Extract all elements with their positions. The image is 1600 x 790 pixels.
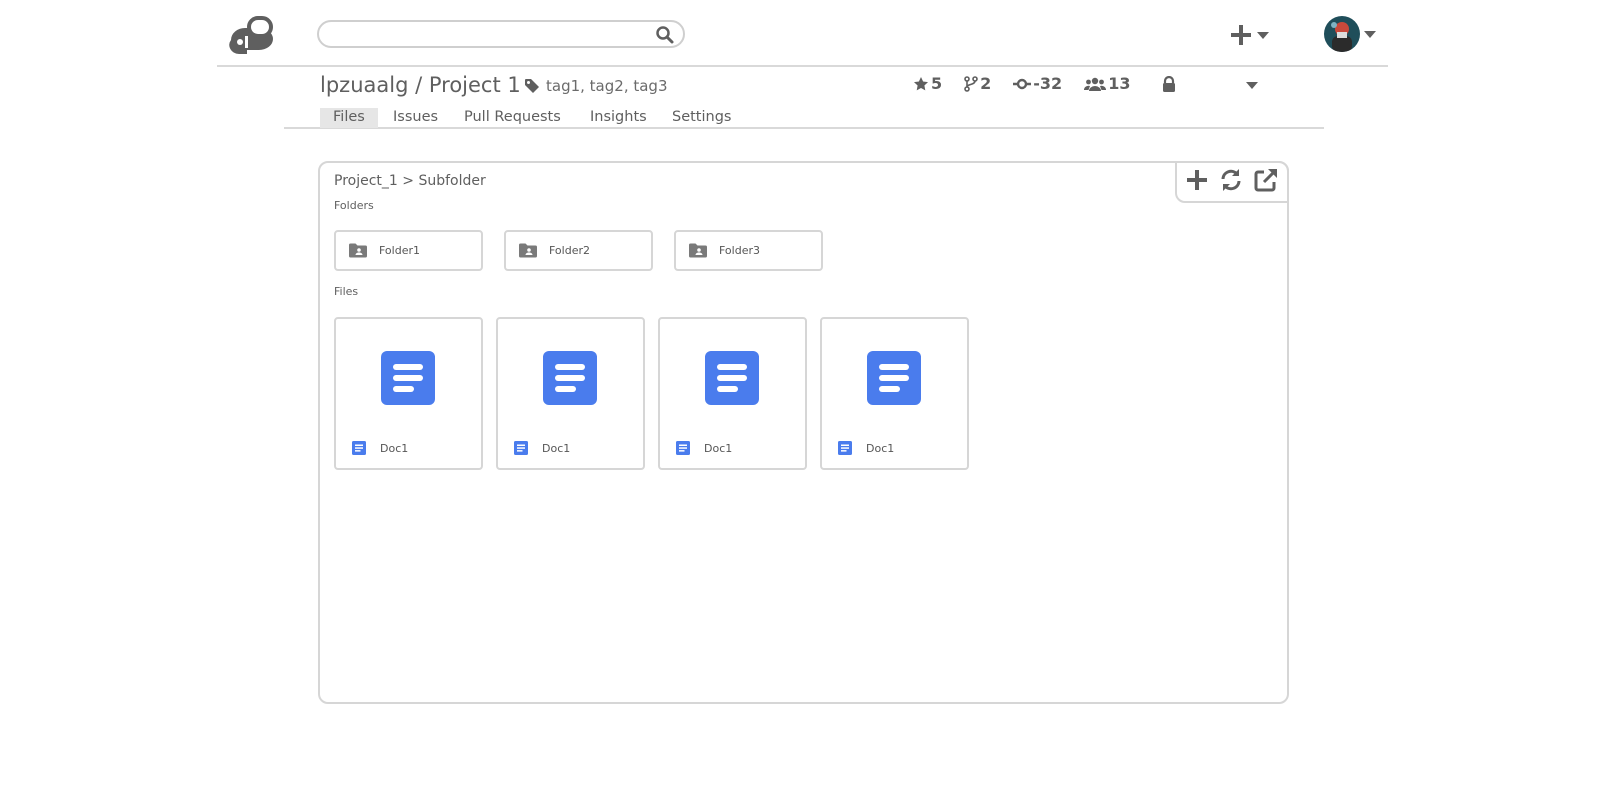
tab-settings[interactable]: Settings: [659, 108, 744, 128]
lock-icon: [1162, 75, 1176, 97]
tab-pull-requests[interactable]: Pull Requests: [451, 108, 574, 128]
refresh-button[interactable]: [1219, 168, 1243, 196]
create-new-button[interactable]: [1229, 22, 1269, 48]
breadcrumb[interactable]: Project_1 > Subfolder: [334, 173, 486, 189]
document-icon: [676, 441, 690, 455]
panel-toolbar: [1175, 161, 1289, 203]
forks-stat[interactable]: 2: [964, 74, 991, 93]
files-heading: Files: [334, 285, 359, 298]
file-card[interactable]: Doc1: [496, 317, 645, 470]
forks-count: 2: [980, 74, 992, 93]
plus-icon: [1231, 25, 1251, 45]
document-preview-icon: [381, 351, 435, 405]
external-link-icon: [1254, 169, 1277, 192]
star-icon: [914, 76, 928, 90]
shared-folder-icon: [349, 243, 367, 258]
document-icon: [838, 441, 852, 455]
shared-folder-icon: [519, 243, 537, 258]
project-tabs: Files Issues Pull Requests Insights Sett…: [284, 106, 1324, 129]
add-file-button[interactable]: [1186, 169, 1208, 195]
top-bar: [217, 0, 1388, 67]
members-count: 13: [1108, 74, 1131, 93]
fork-icon: [964, 75, 978, 92]
project-tags: tag1, tag2, tag3: [524, 77, 668, 95]
title-separator: /: [415, 73, 423, 97]
file-name: Doc1: [866, 441, 895, 455]
folder-item[interactable]: Folder3: [674, 230, 823, 271]
tag-icon: [525, 79, 539, 93]
project-menu-dropdown[interactable]: [1242, 82, 1258, 89]
document-icon: [514, 441, 528, 455]
file-name: Doc1: [542, 441, 571, 455]
chevron-down-icon: [1257, 31, 1269, 39]
file-browser-panel: Project_1 > Subfolder Folders Folder1 Fo…: [318, 161, 1289, 704]
document-preview-icon: [705, 351, 759, 405]
file-name: Doc1: [704, 441, 733, 455]
tab-insights[interactable]: Insights: [577, 108, 660, 128]
search-icon[interactable]: [655, 25, 675, 45]
search-input[interactable]: [317, 20, 685, 48]
file-card[interactable]: Doc1: [334, 317, 483, 470]
project-name[interactable]: Project 1: [429, 73, 521, 97]
stars-count: 5: [931, 74, 943, 93]
commits-stat[interactable]: -32: [1013, 74, 1062, 93]
document-preview-icon: [543, 351, 597, 405]
file-name: Doc1: [380, 441, 409, 455]
users-icon: [1084, 77, 1107, 91]
project-stats: 5 2 -32 13: [913, 74, 1152, 93]
file-card[interactable]: Doc1: [658, 317, 807, 470]
avatar[interactable]: [1324, 16, 1360, 52]
document-preview-icon: [867, 351, 921, 405]
tab-files[interactable]: Files: [320, 108, 378, 128]
members-stat[interactable]: 13: [1084, 74, 1130, 93]
refresh-icon: [1221, 169, 1241, 191]
page-title: lpzuaalg / Project 1: [320, 73, 521, 97]
stars-stat[interactable]: 5: [913, 74, 942, 93]
folders-heading: Folders: [334, 199, 374, 212]
folder-item[interactable]: Folder1: [334, 230, 483, 271]
commit-icon: [1013, 78, 1032, 89]
folder-name: Folder2: [549, 244, 590, 257]
folder-item[interactable]: Folder2: [504, 230, 653, 271]
app-logo[interactable]: [227, 14, 275, 54]
tags-text: tag1, tag2, tag3: [546, 77, 668, 95]
commits-count: -32: [1033, 74, 1063, 93]
user-menu[interactable]: [1324, 16, 1382, 52]
chevron-down-icon: [1364, 30, 1376, 38]
tab-issues[interactable]: Issues: [380, 108, 451, 128]
document-icon: [352, 441, 366, 455]
folder-name: Folder1: [379, 244, 420, 257]
project-owner[interactable]: lpzuaalg: [320, 73, 408, 97]
chevron-down-icon: [1246, 82, 1258, 89]
file-card[interactable]: Doc1: [820, 317, 969, 470]
folder-name: Folder3: [719, 244, 760, 257]
open-external-button[interactable]: [1254, 168, 1278, 196]
shared-folder-icon: [689, 243, 707, 258]
plus-icon: [1187, 170, 1208, 190]
